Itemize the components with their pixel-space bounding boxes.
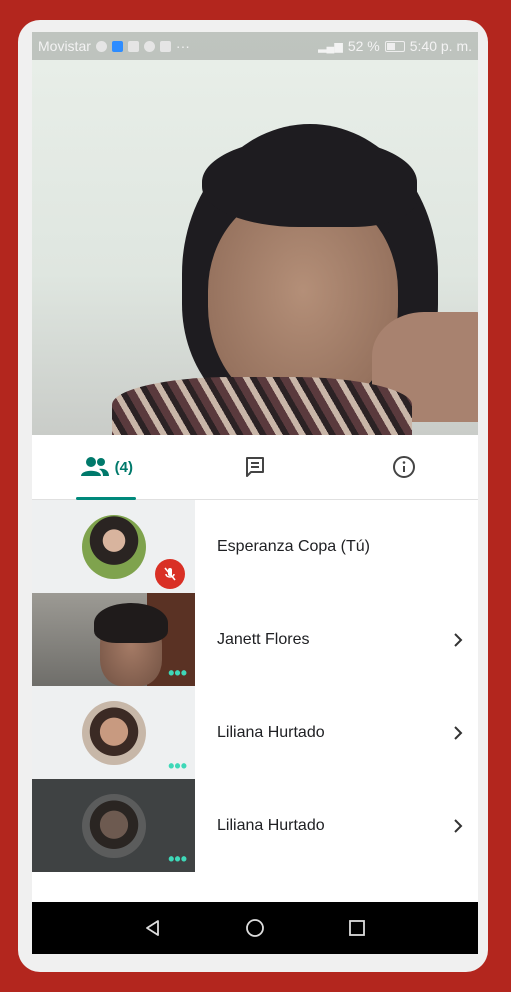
participant-name: Janett Flores xyxy=(217,630,310,648)
clock: 5:40 p. m. xyxy=(409,38,472,54)
signal-icon: ▂▄▆ xyxy=(318,40,343,53)
android-nav-bar xyxy=(32,902,478,954)
avatar xyxy=(81,514,146,579)
participant-hair xyxy=(94,603,168,643)
app-notification-icon xyxy=(111,40,123,52)
participant-row[interactable]: ••• Janett Flores xyxy=(32,593,478,686)
participant-name: Liliana Hurtado xyxy=(217,816,325,834)
mail-icon xyxy=(127,40,139,52)
participant-tile: ••• xyxy=(32,686,195,779)
avatar xyxy=(81,793,146,858)
participant-tile: ••• xyxy=(32,779,195,872)
chevron-right-icon[interactable] xyxy=(438,818,478,834)
participant-name: Liliana Hurtado xyxy=(217,723,325,741)
participant-count: (4) xyxy=(114,458,133,476)
mic-off-icon xyxy=(155,559,185,589)
tab-chat[interactable] xyxy=(181,435,330,499)
speaker-shirt xyxy=(112,377,412,435)
chat-icon xyxy=(246,457,264,477)
back-icon[interactable] xyxy=(143,918,163,938)
status-left: Movistar ··· xyxy=(38,38,190,54)
speaker-bangs xyxy=(202,137,417,227)
info-icon xyxy=(392,456,415,478)
participant-tile xyxy=(32,500,195,593)
participant-name: Esperanza Copa (Tú) xyxy=(217,537,370,555)
more-notifications-icon: ··· xyxy=(175,38,190,54)
participant-list: Esperanza Copa (Tú) ••• Janett Flores ••… xyxy=(32,500,478,872)
avatar xyxy=(81,700,146,765)
tab-info[interactable] xyxy=(329,435,478,499)
location-icon xyxy=(95,40,107,52)
battery-icon xyxy=(384,40,405,52)
message-icon xyxy=(159,40,171,52)
people-icon xyxy=(80,457,109,476)
main-video[interactable]: Movistar ··· ▂▄▆ 52 % 5:40 p. m. xyxy=(32,32,478,435)
participant-row[interactable]: ••• Liliana Hurtado xyxy=(32,779,478,872)
participant-row[interactable]: ••• Liliana Hurtado xyxy=(32,686,478,779)
chevron-right-icon[interactable] xyxy=(438,632,478,648)
participant-tile: ••• xyxy=(32,593,195,686)
recents-icon[interactable] xyxy=(347,918,367,938)
phone-screen: Movistar ··· ▂▄▆ 52 % 5:40 p. m. (4) Esp… xyxy=(32,32,478,954)
hotspot-icon xyxy=(143,40,155,52)
home-icon[interactable] xyxy=(244,917,266,939)
tab-people[interactable]: (4) xyxy=(32,435,181,499)
status-right: ▂▄▆ 52 % 5:40 p. m. xyxy=(318,38,472,54)
participant-row[interactable]: Esperanza Copa (Tú) xyxy=(32,500,478,593)
carrier-label: Movistar xyxy=(38,38,91,54)
chevron-right-icon[interactable] xyxy=(438,725,478,741)
tab-bar: (4) xyxy=(32,435,478,500)
more-options-icon[interactable]: ••• xyxy=(168,757,187,775)
more-options-icon[interactable]: ••• xyxy=(168,850,187,868)
status-bar: Movistar ··· ▂▄▆ 52 % 5:40 p. m. xyxy=(32,32,478,60)
battery-percent: 52 % xyxy=(347,38,380,54)
more-options-icon[interactable]: ••• xyxy=(168,664,187,682)
